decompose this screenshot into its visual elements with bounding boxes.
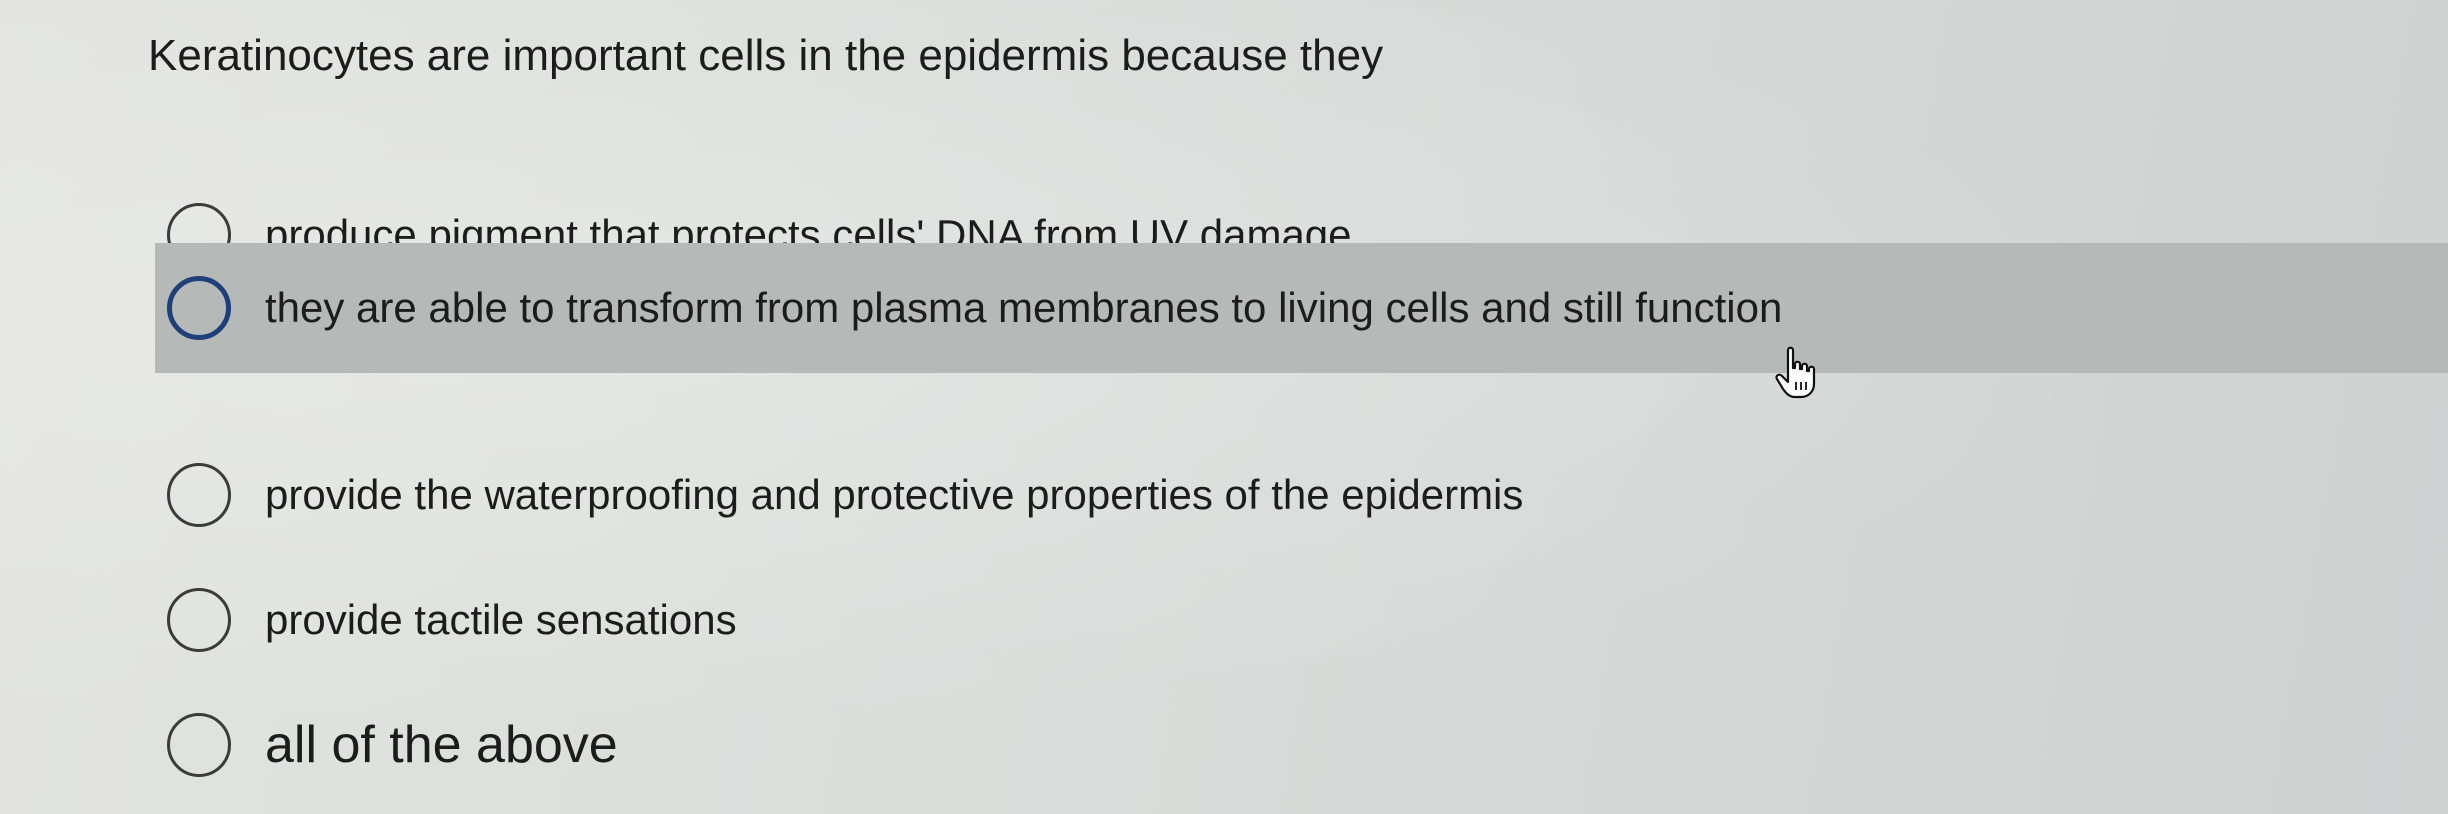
radio-button-5[interactable] xyxy=(167,713,231,777)
radio-button-4[interactable] xyxy=(167,588,231,652)
radio-button-2[interactable] xyxy=(167,276,231,340)
option-row-2[interactable]: they are able to transform from plasma m… xyxy=(155,243,2448,373)
radio-button-3[interactable] xyxy=(167,463,231,527)
option-label-5: all of the above xyxy=(265,716,618,774)
option-label-4: provide tactile sensations xyxy=(265,596,737,643)
answer-options: produce pigment that protects cells' DNA… xyxy=(0,0,2448,814)
option-label-2: they are able to transform from plasma m… xyxy=(265,284,1783,331)
hand-pointer-icon xyxy=(1775,346,1816,399)
option-label-3: provide the waterproofing and protective… xyxy=(265,471,1524,518)
